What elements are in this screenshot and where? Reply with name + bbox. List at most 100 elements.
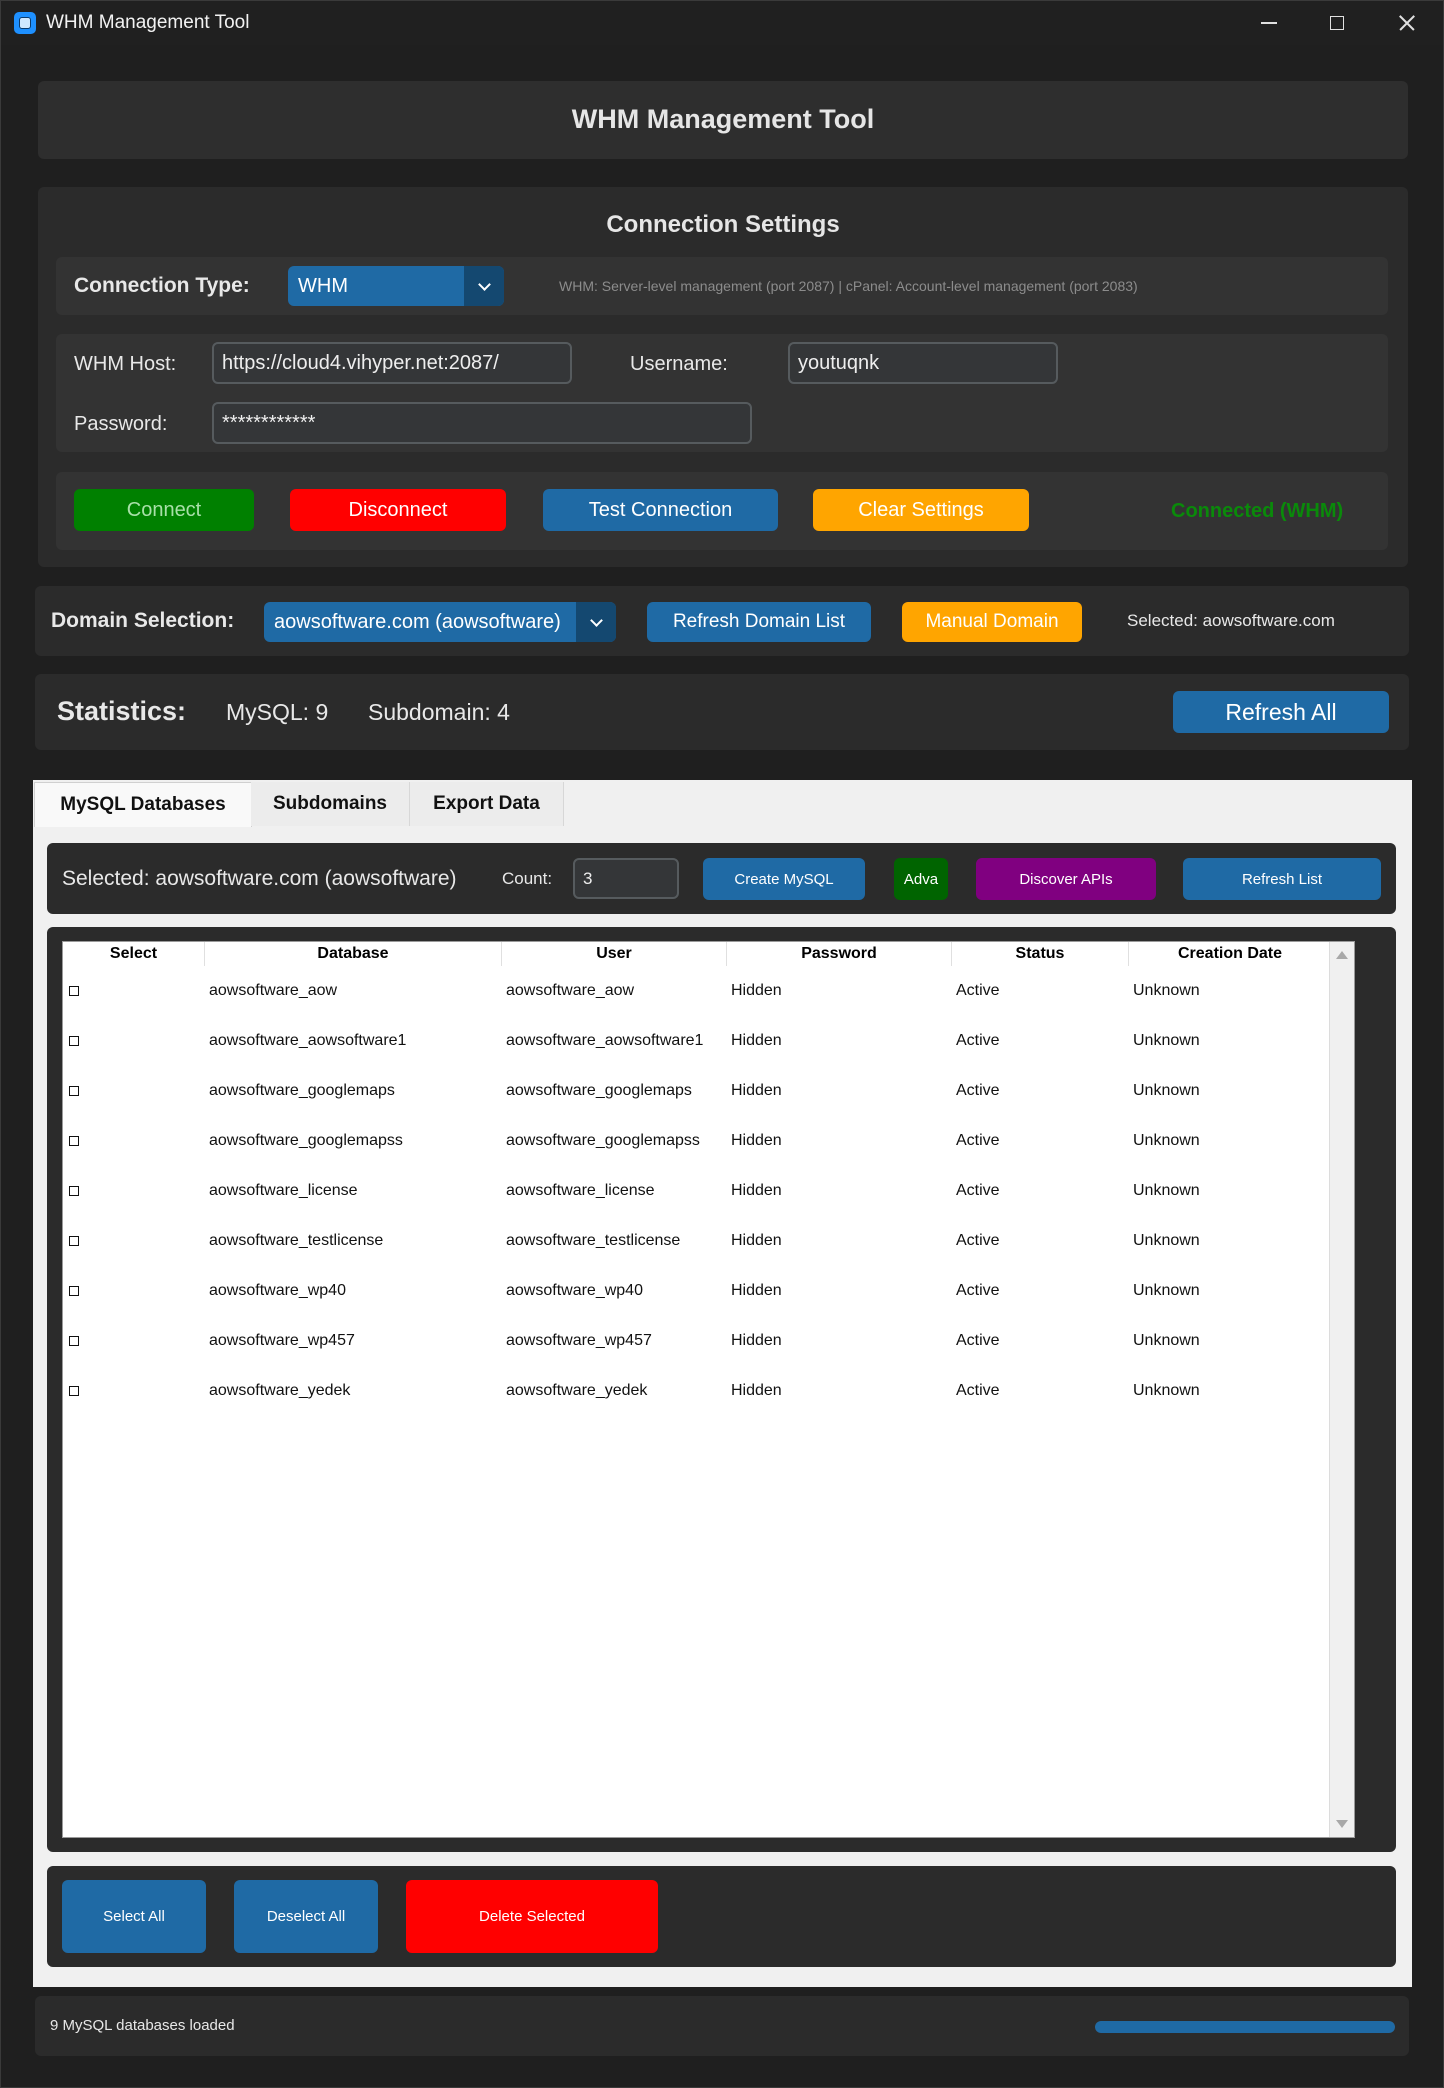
mysql-table: Select Database User Password Status Cre… bbox=[62, 941, 1355, 1838]
creation-date-cell: Unknown bbox=[1133, 1282, 1200, 1299]
row-checkbox[interactable] bbox=[69, 966, 79, 1016]
username-input[interactable]: youtuqnk bbox=[788, 342, 1058, 384]
connection-actions-row: Connect Disconnect Test Connection Clear… bbox=[56, 472, 1388, 550]
row-checkbox[interactable] bbox=[69, 1316, 79, 1366]
password-cell: Hidden bbox=[731, 1132, 782, 1149]
status-cell: Active bbox=[956, 982, 1000, 999]
create-mysql-button[interactable]: Create MySQL bbox=[703, 858, 865, 900]
refresh-list-button[interactable]: Refresh List bbox=[1183, 858, 1381, 900]
domain-selection-label: Domain Selection: bbox=[51, 609, 235, 632]
col-header-database[interactable]: Database bbox=[205, 942, 502, 966]
connect-button[interactable]: Connect bbox=[74, 489, 254, 531]
table-header: Select Database User Password Status Cre… bbox=[63, 942, 1356, 966]
domain-value: aowsoftware.com (aowsoftware) bbox=[274, 610, 561, 633]
connection-type-dropdown[interactable]: WHM bbox=[288, 266, 504, 306]
checkbox-icon[interactable] bbox=[69, 1236, 79, 1246]
row-checkbox[interactable] bbox=[69, 1266, 79, 1316]
checkbox-icon[interactable] bbox=[69, 1286, 79, 1296]
checkbox-icon[interactable] bbox=[69, 986, 79, 996]
table-row[interactable]: aowsoftware_googlemapss aowsoftware_googl… bbox=[63, 1116, 1356, 1166]
maximize-icon bbox=[1330, 16, 1344, 30]
table-row[interactable]: aowsoftware_license aowsoftware_license Hi… bbox=[63, 1166, 1356, 1216]
statistics-panel: Statistics: MySQL: 9 Subdomain: 4 Refres… bbox=[35, 674, 1409, 750]
row-checkbox[interactable] bbox=[69, 1066, 79, 1116]
col-header-status[interactable]: Status bbox=[952, 942, 1129, 966]
creation-date-cell: Unknown bbox=[1133, 1132, 1200, 1149]
credentials-group: WHM Host: https://cloud4.vihyper.net:208… bbox=[56, 334, 1388, 452]
password-cell: Hidden bbox=[731, 1082, 782, 1099]
table-row[interactable]: aowsoftware_aow aowsoftware_aow Hidden Acti… bbox=[63, 966, 1356, 1016]
status-bar: 9 MySQL databases loaded bbox=[35, 1996, 1409, 2056]
domain-dropdown[interactable]: aowsoftware.com (aowsoftware) bbox=[264, 602, 616, 642]
status-cell: Active bbox=[956, 1132, 1000, 1149]
tab-mysql-databases[interactable]: MySQL Databases bbox=[34, 782, 252, 827]
connection-type-row: Connection Type: WHM WHM: Server-level m… bbox=[56, 257, 1388, 315]
manual-domain-button[interactable]: Manual Domain bbox=[902, 602, 1082, 642]
col-header-creation-date[interactable]: Creation Date bbox=[1129, 942, 1331, 966]
maximize-button[interactable] bbox=[1302, 1, 1372, 45]
table-row[interactable]: aowsoftware_yedek aowsoftware_yedek Hidden… bbox=[63, 1366, 1356, 1416]
window-title: WHM Management Tool bbox=[46, 12, 250, 33]
deselect-all-button[interactable]: Deselect All bbox=[234, 1880, 378, 1953]
chevron-down-icon[interactable] bbox=[576, 602, 616, 642]
tab-subdomains[interactable]: Subdomains bbox=[251, 782, 410, 826]
minimize-icon bbox=[1261, 22, 1277, 24]
checkbox-icon[interactable] bbox=[69, 1186, 79, 1196]
database-cell: aowsoftware_aowsoftware1 bbox=[209, 1032, 407, 1049]
database-cell: aowsoftware_yedek bbox=[209, 1382, 351, 1399]
checkbox-icon[interactable] bbox=[69, 1136, 79, 1146]
row-checkbox[interactable] bbox=[69, 1216, 79, 1266]
title-bar: WHM Management Tool bbox=[1, 1, 1443, 45]
host-input[interactable]: https://cloud4.vihyper.net:2087/ bbox=[212, 342, 572, 384]
table-row[interactable]: aowsoftware_wp40 aowsoftware_wp40 Hidden Ac… bbox=[63, 1266, 1356, 1316]
tab-export-data[interactable]: Export Data bbox=[410, 782, 564, 826]
col-header-select[interactable]: Select bbox=[63, 942, 205, 966]
select-all-button[interactable]: Select All bbox=[62, 1880, 206, 1953]
scroll-up-icon[interactable] bbox=[1336, 951, 1348, 959]
discover-apis-button[interactable]: Discover APIs bbox=[976, 858, 1156, 900]
table-row[interactable]: aowsoftware_googlemaps aowsoftware_google… bbox=[63, 1066, 1356, 1116]
table-scrollbar[interactable] bbox=[1329, 942, 1354, 1837]
col-header-password[interactable]: Password bbox=[727, 942, 952, 966]
test-connection-button[interactable]: Test Connection bbox=[543, 489, 778, 531]
checkbox-icon[interactable] bbox=[69, 1336, 79, 1346]
row-checkbox[interactable] bbox=[69, 1016, 79, 1066]
close-button[interactable] bbox=[1372, 1, 1442, 45]
password-cell: Hidden bbox=[731, 1232, 782, 1249]
status-cell: Active bbox=[956, 1332, 1000, 1349]
database-cell: aowsoftware_wp40 bbox=[209, 1282, 346, 1299]
scroll-down-icon[interactable] bbox=[1336, 1820, 1348, 1828]
refresh-domain-list-button[interactable]: Refresh Domain List bbox=[647, 602, 871, 642]
connection-type-hint: WHM: Server-level management (port 2087)… bbox=[559, 278, 1138, 294]
disconnect-button[interactable]: Disconnect bbox=[290, 489, 506, 531]
chevron-down-icon[interactable] bbox=[464, 266, 504, 306]
refresh-all-button[interactable]: Refresh All bbox=[1173, 691, 1389, 733]
connection-settings-title: Connection Settings bbox=[606, 211, 840, 238]
table-row[interactable]: aowsoftware_aowsoftware1 aowsoftware_aows… bbox=[63, 1016, 1356, 1066]
table-row[interactable]: aowsoftware_wp457 aowsoftware_wp457 Hidden… bbox=[63, 1316, 1356, 1366]
password-cell: Hidden bbox=[731, 1282, 782, 1299]
count-label: Count: bbox=[502, 869, 553, 888]
database-cell: aowsoftware_wp457 bbox=[209, 1332, 355, 1349]
table-row[interactable]: aowsoftware_testlicense aowsoftware_testl… bbox=[63, 1216, 1356, 1266]
user-cell: aowsoftware_googlemapss bbox=[506, 1132, 700, 1149]
clear-settings-button[interactable]: Clear Settings bbox=[813, 489, 1029, 531]
checkbox-icon[interactable] bbox=[69, 1036, 79, 1046]
app-icon bbox=[14, 12, 36, 34]
row-checkbox[interactable] bbox=[69, 1166, 79, 1216]
creation-date-cell: Unknown bbox=[1133, 982, 1200, 999]
row-checkbox[interactable] bbox=[69, 1366, 79, 1416]
host-label: WHM Host: bbox=[74, 353, 177, 375]
checkbox-icon[interactable] bbox=[69, 1086, 79, 1096]
checkbox-icon[interactable] bbox=[69, 1386, 79, 1396]
row-checkbox[interactable] bbox=[69, 1116, 79, 1166]
col-header-user[interactable]: User bbox=[502, 942, 727, 966]
password-input[interactable]: ************ bbox=[212, 402, 752, 444]
user-cell: aowsoftware_wp40 bbox=[506, 1282, 643, 1299]
advanced-button[interactable]: Adva bbox=[894, 858, 948, 900]
count-input[interactable]: 3 bbox=[573, 858, 679, 899]
user-cell: aowsoftware_testlicense bbox=[506, 1232, 681, 1249]
password-cell: Hidden bbox=[731, 1182, 782, 1199]
delete-selected-button[interactable]: Delete Selected bbox=[406, 1880, 658, 1953]
minimize-button[interactable] bbox=[1234, 1, 1304, 45]
